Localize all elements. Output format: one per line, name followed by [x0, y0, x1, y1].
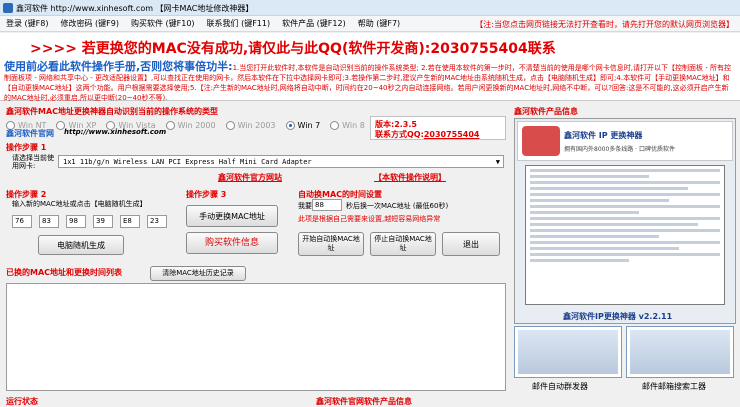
random-mac-button[interactable]: 电脑随机生成: [38, 235, 124, 255]
interval-text: 秒后换一次MAC地址 (最低60秒): [346, 202, 449, 210]
step3-label: 操作步骤 3: [186, 190, 227, 199]
title-bar: 鑫河软件 http://www.xinhesoft.com 【网卡MAC地址修改…: [0, 0, 740, 16]
products-footer-label: 鑫河软件官网软件产品信息: [316, 397, 412, 406]
clear-history-button[interactable]: 清除MAC地址历史记录: [150, 266, 246, 281]
radio-icon: [165, 120, 175, 130]
mac-octet-input[interactable]: 76: [12, 215, 32, 228]
menu-contact[interactable]: 联系我们 (键F11): [201, 18, 277, 29]
manual-body: 使用前必看此软件操作手册,否则您将事倍功半:1.当您打开此软件时,本软件是自动识…: [4, 60, 732, 103]
product-header: 鑫河软件 IP 更换神器 拥有国内外8000多条线路 · 口碑优质软件: [517, 121, 733, 161]
menu-change-password[interactable]: 修改密码 (键F9): [54, 18, 124, 29]
product-caption: 鑫河软件IP更换神器 v2.2.11: [563, 312, 673, 321]
thumbnail-caption: 邮件邮箱搜索工器: [642, 382, 706, 391]
mac-octet-input[interactable]: 23: [147, 215, 167, 228]
os-section-label: 鑫河软件MAC地址更换神器自动识别当前的操作系统的类型: [6, 107, 219, 116]
product-name: 鑫河软件 IP 更换神器: [564, 131, 643, 140]
chevron-down-icon[interactable]: ▼: [496, 158, 500, 166]
buy-info-button[interactable]: 购买软件信息: [186, 232, 278, 254]
manual-link[interactable]: 【本软件操作说明】: [374, 172, 446, 183]
manual-change-mac-button[interactable]: 手动更换MAC地址: [186, 205, 278, 227]
contact-text: 联系方式QQ:2030755404: [375, 129, 479, 140]
thumbnail-caption: 邮件自动群发器: [532, 382, 588, 391]
exit-button[interactable]: 退出: [442, 232, 500, 256]
os-option-label: Win 2003: [237, 120, 276, 130]
interval-hint: 此项是根据自己需要来设置,越短容易网络异常: [298, 215, 441, 223]
step2-sub: 输入新的MAC地址或点击【电脑随机生成】: [12, 200, 147, 208]
site-label: 鑫河软件官网: [6, 129, 54, 138]
step1-label: 操作步骤 1: [6, 143, 47, 152]
menu-help[interactable]: 帮助 (键F7): [352, 18, 406, 29]
app-icon: [3, 3, 13, 13]
os-option-label: Win 8: [342, 120, 365, 130]
start-auto-button[interactable]: 开始自动换MAC地址: [298, 232, 364, 256]
contact-qq[interactable]: 2030755404: [424, 130, 480, 139]
product-thumbnail[interactable]: [626, 326, 734, 378]
history-list[interactable]: [6, 283, 506, 391]
os-option-win7[interactable]: Win 7: [285, 120, 321, 130]
os-option-2003[interactable]: Win 2003: [225, 120, 276, 130]
menu-products[interactable]: 软件产品 (键F12): [276, 18, 352, 29]
product-slogan: 拥有国内外8000多条线路 · 口碑优质软件: [564, 146, 675, 153]
mac-octet-input[interactable]: 83: [39, 215, 59, 228]
os-option-label: Win 2000: [177, 120, 216, 130]
menu-buy[interactable]: 购买软件 (键F10): [125, 18, 201, 29]
product-image[interactable]: 鑫河软件 IP 更换神器 拥有国内外8000多条线路 · 口碑优质软件 鑫河软件…: [514, 118, 736, 324]
os-option-label: Win 7: [297, 120, 321, 130]
adapter-value: 1x1 11b/g/n Wireless LAN PCI Express Hal…: [63, 157, 312, 166]
radio-icon: [225, 120, 235, 130]
mac-octet-input[interactable]: 39: [93, 215, 113, 228]
banner-text: >>>> 若更换您的MAC没有成功,请仅此与此QQ(软件开发商):2030755…: [30, 41, 556, 57]
status-label: 运行状态: [6, 397, 38, 406]
os-option-win8[interactable]: Win 8: [330, 120, 365, 130]
menu-notice: 【注:当您点击网页链接无法打开查看时，请先打开您的默认网页浏览器】: [475, 20, 734, 29]
mac-octet-input[interactable]: E8: [120, 215, 140, 228]
product-thumbnail[interactable]: [514, 326, 622, 378]
product-screenshot: [525, 165, 725, 305]
manual-lead: 使用前必看此软件操作手册,否则您将事倍功半:: [4, 60, 233, 73]
manual-notice: 使用前必看此软件操作手册,否则您将事倍功半:1.当您打开此软件时,本软件是自动识…: [0, 59, 740, 103]
radio-selected-icon: [285, 120, 295, 130]
contact-label: 联系方式QQ:: [375, 130, 424, 139]
official-site-link[interactable]: 鑫河软件官方网站: [218, 172, 282, 183]
stop-auto-button[interactable]: 停止自动换MAC地址: [370, 232, 436, 256]
site-link[interactable]: http://www.xinhesoft.com: [64, 128, 166, 136]
window-title: 鑫河软件 http://www.xinhesoft.com 【网卡MAC地址修改…: [16, 4, 254, 13]
adapter-select[interactable]: 1x1 11b/g/n Wireless LAN PCI Express Hal…: [58, 155, 504, 168]
interval-input[interactable]: 88: [312, 199, 342, 211]
version-box: 版本:2.3.5 联系方式QQ:2030755404: [370, 116, 506, 140]
history-label: 已换的MAC地址和更换时间列表: [6, 268, 123, 277]
menu-login[interactable]: 登录 (键F8): [0, 18, 54, 29]
products-title: 鑫河软件产品信息: [514, 107, 578, 116]
mac-octet-input[interactable]: 98: [66, 215, 86, 228]
os-option-2000[interactable]: Win 2000: [165, 120, 216, 130]
banner: >>>> 若更换您的MAC没有成功,请仅此与此QQ(软件开发商):2030755…: [0, 33, 740, 59]
radio-icon: [330, 120, 340, 130]
step1-sub: 请选择当前使用网卡:: [12, 154, 54, 170]
product-logo: [522, 126, 560, 156]
interval-prefix: 我要: [298, 202, 312, 210]
